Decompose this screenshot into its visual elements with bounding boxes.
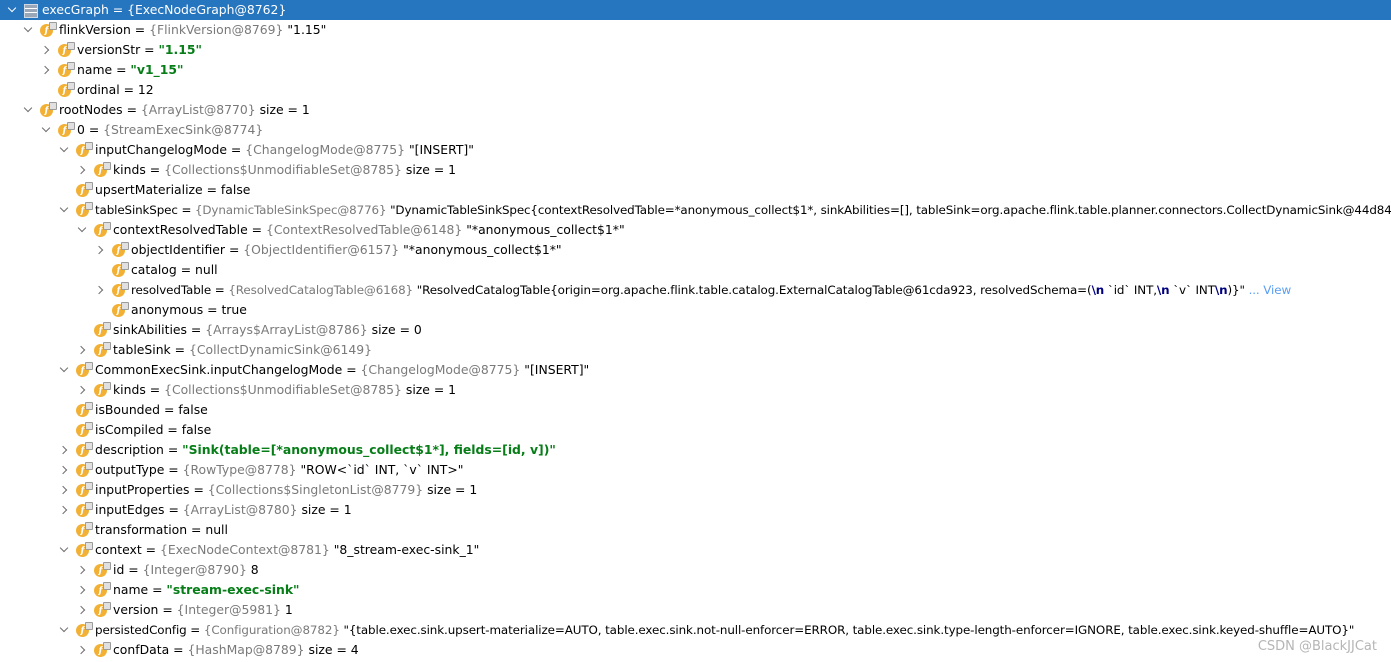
tree-row-contextResolvedTable[interactable]: f contextResolvedTable = {ContextResolve… (0, 220, 1391, 240)
tree-row-outputType[interactable]: f outputType = {RowType@8778} "ROW<`id` … (0, 460, 1391, 480)
field-icon: f (76, 482, 93, 497)
chevron-right-icon[interactable] (76, 600, 88, 620)
field-icon: f (94, 162, 111, 177)
tree-row-confData[interactable]: f confData = {HashMap@8789} size = 4 (0, 640, 1391, 660)
tree-row-transformation[interactable]: f transformation = null (0, 520, 1391, 540)
field-icon: f (76, 502, 93, 517)
field-icon: f (76, 182, 93, 197)
chevron-right-icon[interactable] (58, 500, 70, 520)
chevron-down-icon[interactable] (22, 100, 34, 120)
chevron-down-icon[interactable] (58, 360, 70, 380)
field-icon: f (58, 62, 75, 77)
chevron-right-icon[interactable] (58, 460, 70, 480)
tree-row-persistedConfig[interactable]: f persistedConfig = {Configuration@8782}… (0, 620, 1391, 640)
field-icon: f (58, 82, 75, 97)
tree-row-catalog[interactable]: f catalog = null (0, 260, 1391, 280)
tree-row-inputEdges[interactable]: f inputEdges = {ArrayList@8780} size = 1 (0, 500, 1391, 520)
chevron-down-icon[interactable] (58, 140, 70, 160)
tree-row-tableSink[interactable]: f tableSink = {CollectDynamicSink@6149} (0, 340, 1391, 360)
tree-row-inputChangelogMode[interactable]: f inputChangelogMode = {ChangelogMode@87… (0, 140, 1391, 160)
field-icon: f (76, 362, 93, 377)
chevron-right-icon[interactable] (58, 480, 70, 500)
chevron-right-icon[interactable] (94, 240, 106, 260)
field-icon: f (40, 102, 57, 117)
chevron-right-icon[interactable] (40, 40, 52, 60)
tree-row-ordinal[interactable]: f ordinal = 12 (0, 80, 1391, 100)
tree-row-kinds[interactable]: f kinds = {Collections$UnmodifiableSet@8… (0, 160, 1391, 180)
chevron-down-icon[interactable] (58, 540, 70, 560)
field-icon: f (76, 462, 93, 477)
variable-name: execGraph (42, 2, 109, 17)
tree-row-flinkVersion[interactable]: f flinkVersion = {FlinkVersion@8769} "1.… (0, 20, 1391, 40)
field-icon: f (58, 42, 75, 57)
field-icon: f (76, 422, 93, 437)
field-icon: f (94, 342, 111, 357)
chevron-down-icon[interactable] (6, 0, 18, 20)
chevron-down-icon[interactable] (58, 200, 70, 220)
field-icon: f (94, 382, 111, 397)
tree-row-name[interactable]: f name = "stream-exec-sink" (0, 580, 1391, 600)
chevron-right-icon[interactable] (76, 380, 88, 400)
field-icon: f (112, 302, 129, 317)
tree-row-upsertMaterialize[interactable]: f upsertMaterialize = false (0, 180, 1391, 200)
tree-row-isBounded[interactable]: f isBounded = false (0, 400, 1391, 420)
tree-row-versionStr[interactable]: f versionStr = "1.15" (0, 40, 1391, 60)
tree-row-tableSinkSpec[interactable]: f tableSinkSpec = {DynamicTableSinkSpec@… (0, 200, 1391, 220)
field-icon: f (112, 282, 129, 297)
tree-row-execGraph[interactable]: execGraph = {ExecNodeGraph@8762} (0, 0, 1391, 20)
field-icon: f (76, 402, 93, 417)
tree-row-isCompiled[interactable]: f isCompiled = false (0, 420, 1391, 440)
field-icon: f (76, 202, 93, 217)
field-icon: f (94, 642, 111, 657)
chevron-right-icon[interactable] (76, 580, 88, 600)
field-icon: f (94, 562, 111, 577)
chevron-down-icon[interactable] (40, 120, 52, 140)
tree-row-id[interactable]: f id = {Integer@8790} 8 (0, 560, 1391, 580)
watermark: CSDN @BlackJJCat (1257, 639, 1377, 654)
view-link[interactable]: ... View (1249, 283, 1292, 297)
tree-row-CommonExecSink-inputChangelogMode[interactable]: f CommonExecSink.inputChangelogMode = {C… (0, 360, 1391, 380)
object-icon (24, 4, 38, 18)
field-icon: f (112, 242, 129, 257)
chevron-right-icon[interactable] (76, 340, 88, 360)
field-icon: f (76, 542, 93, 557)
field-icon: f (112, 262, 129, 277)
tree-row-rootNodes[interactable]: f rootNodes = {ArrayList@8770} size = 1 (0, 100, 1391, 120)
tree-row-objectIdentifier[interactable]: f objectIdentifier = {ObjectIdentifier@6… (0, 240, 1391, 260)
chevron-right-icon[interactable] (40, 60, 52, 80)
field-icon: f (94, 222, 111, 237)
field-icon: f (76, 522, 93, 537)
tree-row-0[interactable]: f 0 = {StreamExecSink@8774} (0, 120, 1391, 140)
field-icon: f (94, 582, 111, 597)
tree-row-context[interactable]: f context = {ExecNodeContext@8781} "8_st… (0, 540, 1391, 560)
chevron-right-icon[interactable] (76, 640, 88, 660)
field-icon: f (58, 122, 75, 137)
tree-row-anonymous[interactable]: f anonymous = true (0, 300, 1391, 320)
tree-row-sinkAbilities[interactable]: f sinkAbilities = {Arrays$ArrayList@8786… (0, 320, 1391, 340)
tree-row-kinds[interactable]: f kinds = {Collections$UnmodifiableSet@8… (0, 380, 1391, 400)
debugger-variables-tree: execGraph = {ExecNodeGraph@8762} f flink… (0, 0, 1391, 660)
chevron-down-icon[interactable] (22, 20, 34, 40)
tree-row-inputProperties[interactable]: f inputProperties = {Collections$Singlet… (0, 480, 1391, 500)
tree-row-version[interactable]: f version = {Integer@5981} 1 (0, 600, 1391, 620)
tree-row-description[interactable]: f description = "Sink(table=[*anonymous_… (0, 440, 1391, 460)
tree-row-name[interactable]: f name = "v1_15" (0, 60, 1391, 80)
field-icon: f (94, 602, 111, 617)
field-icon: f (94, 322, 111, 337)
field-icon: f (40, 22, 57, 37)
chevron-down-icon[interactable] (58, 620, 70, 640)
chevron-right-icon[interactable] (76, 560, 88, 580)
tree-row-resolvedTable[interactable]: f resolvedTable = {ResolvedCatalogTable@… (0, 280, 1391, 300)
chevron-right-icon[interactable] (94, 280, 106, 300)
chevron-right-icon[interactable] (58, 440, 70, 460)
field-icon: f (76, 622, 93, 637)
variable-type: {ExecNodeGraph@8762} (127, 2, 287, 17)
field-icon: f (76, 442, 93, 457)
field-icon: f (76, 142, 93, 157)
chevron-right-icon[interactable] (76, 160, 88, 180)
chevron-down-icon[interactable] (76, 220, 88, 240)
